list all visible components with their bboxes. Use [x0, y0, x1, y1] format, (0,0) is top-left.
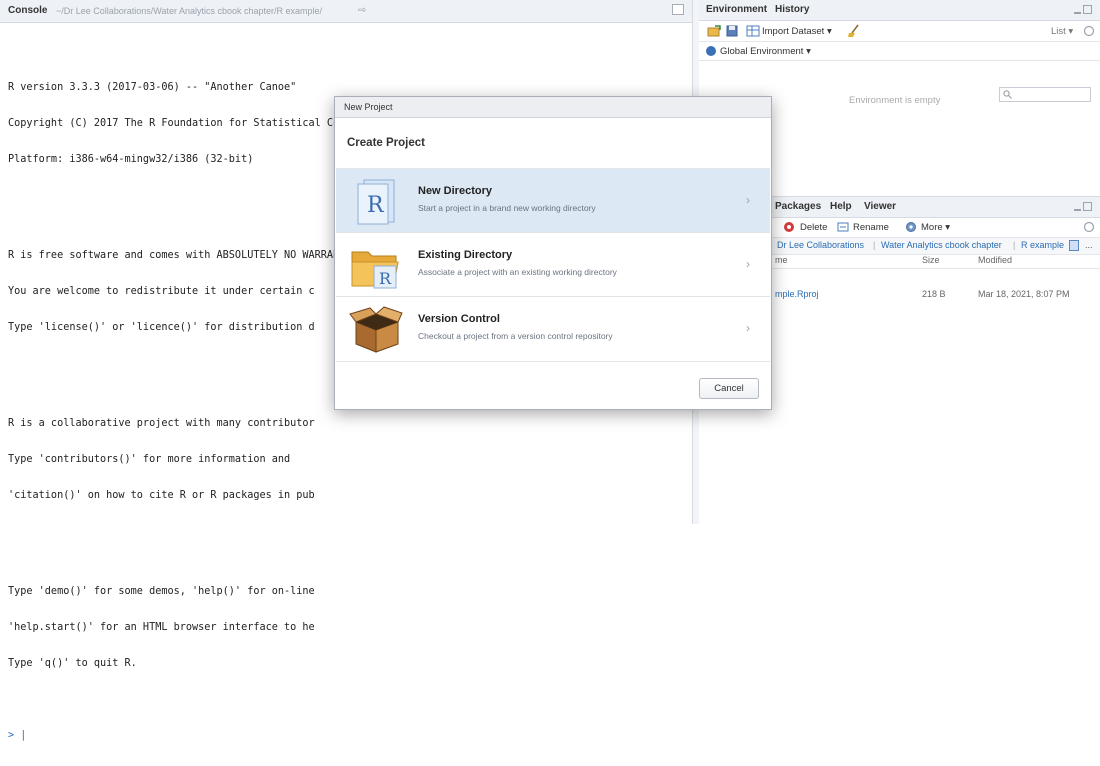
maximize-icon[interactable]: [672, 4, 684, 15]
column-name[interactable]: me: [775, 255, 788, 265]
console-path: ~/Dr Lee Collaborations/Water Analytics …: [56, 6, 323, 16]
option-title: Version Control: [418, 313, 500, 325]
file-size: 218 B: [922, 289, 946, 299]
cancel-button[interactable]: Cancel: [699, 378, 759, 399]
chevron-right-icon: ›: [746, 321, 750, 335]
load-workspace-icon[interactable]: [707, 25, 721, 37]
import-dataset-button[interactable]: Import Dataset ▾: [762, 26, 832, 37]
environment-tabbar: Environment History: [699, 0, 1100, 21]
console-line: 'help.start()' for an HTML browser inter…: [8, 622, 315, 633]
column-size[interactable]: Size: [922, 255, 940, 265]
console-prompt[interactable]: > |: [8, 730, 688, 742]
option-title: New Directory: [418, 185, 492, 197]
delete-button[interactable]: Delete: [800, 222, 827, 233]
environment-scope-dropdown[interactable]: Global Environment ▾: [720, 46, 811, 57]
environment-scope-bar: Global Environment ▾: [699, 42, 1100, 102]
dialog-divider: [336, 361, 770, 362]
option-description: Start a project in a brand new working d…: [418, 203, 596, 213]
console-line: Type 'contributors()' for more informati…: [8, 454, 291, 465]
environment-toolbar: Import Dataset ▾ List ▾: [699, 21, 1100, 42]
tab-history[interactable]: History: [775, 4, 809, 15]
environment-search-input[interactable]: [999, 87, 1091, 102]
breadcrumb-item[interactable]: Water Analytics cbook chapter: [881, 240, 1002, 250]
file-modified: Mar 18, 2021, 8:07 PM: [978, 289, 1070, 299]
option-version-control[interactable]: Version Control Checkout a project from …: [336, 296, 770, 361]
console-tab[interactable]: Console: [8, 5, 47, 16]
refresh-icon[interactable]: [1083, 221, 1095, 233]
search-icon: [1003, 90, 1012, 99]
import-dataset-icon[interactable]: [746, 25, 760, 37]
file-name-link[interactable]: mple.Rproj: [775, 289, 819, 299]
more-button[interactable]: More ▾: [921, 222, 950, 233]
console-line: Type 'demo()' for some demos, 'help()' f…: [8, 586, 315, 597]
refresh-icon[interactable]: [1083, 25, 1095, 37]
r-project-icon: [1069, 240, 1079, 251]
console-header: Console ~/Dr Lee Collaborations/Water An…: [0, 0, 692, 23]
svg-text:R: R: [367, 193, 385, 218]
gear-icon[interactable]: [905, 221, 918, 233]
breadcrumb-more[interactable]: ...: [1085, 240, 1093, 250]
dialog-heading: Create Project: [347, 137, 425, 149]
rename-button[interactable]: Rename: [853, 222, 889, 233]
minimize-maximize-icon[interactable]: [1074, 202, 1092, 211]
console-line: 'citation()' on how to cite R or R packa…: [8, 490, 315, 501]
breadcrumb-item[interactable]: R example: [1021, 240, 1064, 250]
folder-r-icon: R: [351, 251, 399, 289]
option-new-directory[interactable]: R New Directory Start a project in a bra…: [336, 168, 770, 233]
option-title: Existing Directory: [418, 249, 513, 261]
option-description: Associate a project with an existing wor…: [418, 267, 617, 277]
tab-packages[interactable]: Packages: [775, 201, 821, 212]
rename-icon[interactable]: [837, 221, 849, 233]
console-block: R is a collaborative project with many c…: [8, 394, 688, 526]
console-block: Type 'demo()' for some demos, 'help()' f…: [8, 562, 688, 694]
new-project-dialog: New Project Create Project R New Directo…: [334, 96, 772, 410]
save-workspace-icon[interactable]: [726, 25, 738, 37]
breadcrumb-item[interactable]: Dr Lee Collaborations: [777, 240, 864, 250]
environment-empty-message: Environment is empty: [849, 95, 941, 106]
chevron-right-icon: ›: [746, 257, 750, 271]
console-line: R is a collaborative project with many c…: [8, 418, 315, 429]
dialog-titlebar[interactable]: New Project: [335, 97, 771, 118]
option-existing-directory[interactable]: R Existing Directory Associate a project…: [336, 232, 770, 297]
tab-viewer[interactable]: Viewer: [864, 201, 896, 212]
svg-text:R: R: [379, 269, 392, 288]
box-icon: [349, 306, 403, 353]
option-description: Checkout a project from a version contro…: [418, 331, 613, 341]
minimize-maximize-icon[interactable]: [1074, 5, 1092, 14]
go-to-directory-icon[interactable]: ⇨: [358, 5, 366, 16]
column-modified[interactable]: Modified: [978, 255, 1012, 265]
console-line: R version 3.3.3 (2017-03-06) -- "Another…: [8, 82, 297, 93]
tab-environment[interactable]: Environment: [706, 4, 767, 15]
r-logo-icon: [706, 46, 716, 56]
delete-icon[interactable]: [783, 221, 795, 233]
dialog-title: New Project: [344, 102, 393, 112]
tab-help[interactable]: Help: [830, 201, 852, 212]
chevron-right-icon: ›: [746, 193, 750, 207]
view-mode-dropdown[interactable]: List ▾: [1051, 26, 1073, 37]
r-directory-icon: R: [357, 179, 395, 225]
clear-workspace-broom-icon[interactable]: [847, 24, 861, 38]
console-line: Type 'q()' to quit R.: [8, 658, 137, 669]
